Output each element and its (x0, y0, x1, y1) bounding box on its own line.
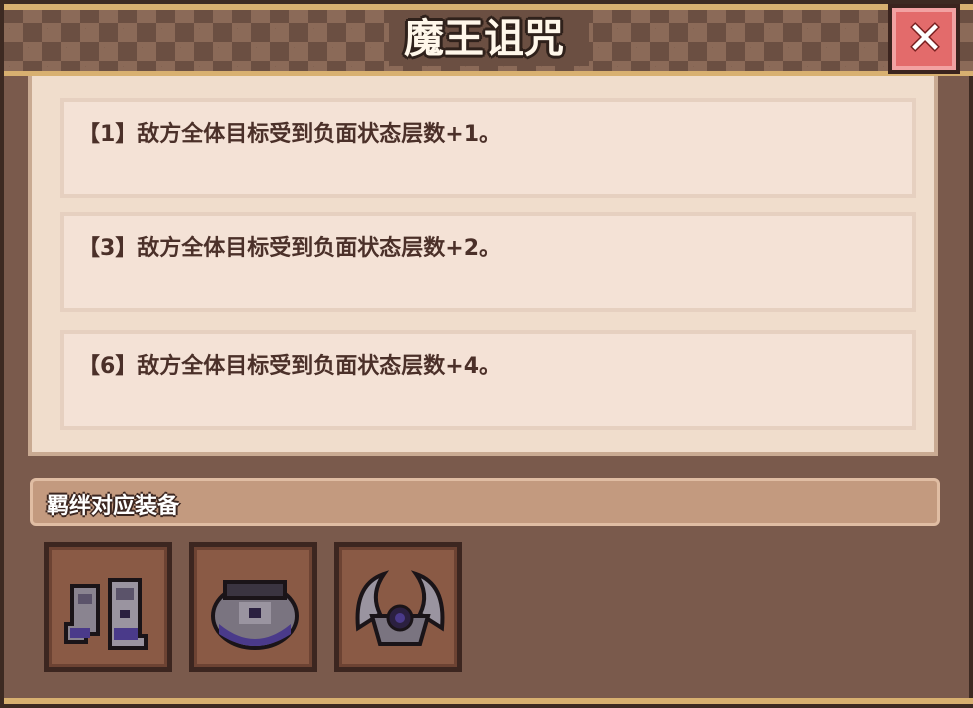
equipment-section-title: 羁绊对应装备 (47, 494, 180, 519)
title-bar: 魔王诅咒 (4, 4, 973, 76)
slot-frame (339, 547, 457, 667)
equipment-slot-3[interactable] (334, 542, 462, 672)
effect-text: 【6】敌方全体目标受到负面状态层数+4。 (78, 354, 502, 379)
close-icon[interactable]: ✕ (901, 12, 949, 66)
slot-frame (49, 547, 167, 667)
equipment-section-header: 羁绊对应装备 (30, 478, 940, 526)
dialog-title: 魔王诅咒 (404, 16, 564, 62)
effect-text: 【1】敌方全体目标受到负面状态层数+1。 (78, 122, 502, 147)
effects-list: 【1】敌方全体目标受到负面状态层数+1。 【3】敌方全体目标受到负面状态层数+2… (28, 76, 938, 456)
close-button[interactable]: ✕ (888, 4, 960, 74)
dark-boots-icon (64, 578, 148, 650)
effect-text: 【3】敌方全体目标受到负面状态层数+2。 (78, 236, 502, 261)
dark-armor-icon (211, 580, 299, 650)
effect-card-1: 【1】敌方全体目标受到负面状态层数+1。 (60, 98, 916, 198)
bottom-trim (4, 698, 973, 704)
slot-frame (194, 547, 312, 667)
equipment-slot-1[interactable] (44, 542, 172, 672)
equipment-slot-2[interactable] (189, 542, 317, 672)
effect-card-6: 【6】敌方全体目标受到负面状态层数+4。 (60, 330, 916, 430)
dark-horned-helmet-icon (355, 570, 445, 646)
curse-dialog: 魔王诅咒 ✕ 【1】敌方全体目标受到负面状态层数+1。 【3】敌方全体目标受到负… (0, 0, 973, 708)
effect-card-3: 【3】敌方全体目标受到负面状态层数+2。 (60, 212, 916, 312)
